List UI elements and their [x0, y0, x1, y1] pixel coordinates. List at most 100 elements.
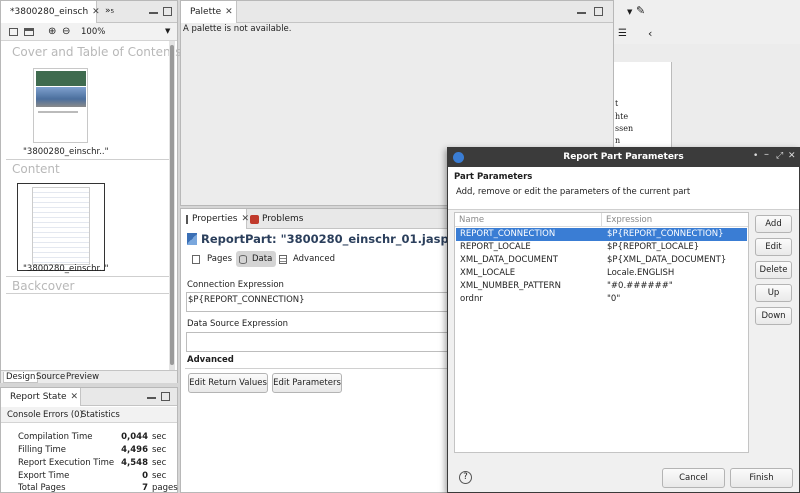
database-icon [239, 255, 247, 264]
stat-row: Report Execution Time 4,548 sec [18, 458, 176, 470]
tab-errors[interactable]: Errors (0) [43, 410, 83, 420]
edit-parameters-button[interactable]: Edit Parameters [272, 373, 342, 393]
properties-tab-title: Properties [192, 214, 238, 224]
tab-source[interactable]: Source [36, 372, 65, 382]
up-button[interactable]: Up [755, 284, 792, 302]
edit-button[interactable]: Edit [755, 238, 792, 256]
tab-preview[interactable]: Preview [66, 372, 99, 382]
maximize-icon[interactable]: ⤢ [776, 151, 783, 161]
param-expression: "0" [607, 294, 621, 304]
background-toolbar: ▼ ✎ ☰ ‹ [614, 0, 800, 44]
stat-value: 7 [142, 483, 148, 493]
page-view-icon[interactable] [9, 28, 18, 36]
brush-icon[interactable]: ✎ [636, 4, 645, 17]
layout-view-icon[interactable] [24, 28, 34, 36]
stat-label: Filling Time [18, 445, 67, 455]
zoom-level[interactable]: 100% [81, 27, 105, 37]
menu-icon[interactable]: • [753, 151, 758, 161]
stat-unit: sec [152, 445, 167, 455]
zoom-out-icon[interactable]: ⊖ [62, 26, 70, 37]
table-row[interactable]: XML_DATA_DOCUMENT $P{XML_DATA_DOCUMENT} [456, 254, 747, 267]
tab-console[interactable]: Console [7, 410, 41, 420]
advanced-section-title: Advanced [187, 355, 234, 365]
tab-pages[interactable]: Pages [207, 254, 232, 264]
delete-button[interactable]: Delete [755, 261, 792, 279]
close-icon[interactable]: ✕ [241, 214, 249, 224]
align-icon[interactable]: ☰ [618, 28, 627, 39]
editor-tab[interactable]: *3800280_einsch ✕ [1, 1, 100, 23]
table-row[interactable]: XML_LOCALE Locale.ENGLISH [456, 267, 747, 280]
stat-row: Total Pages 7 pages [18, 483, 178, 493]
stat-unit: sec [152, 458, 167, 468]
editor-toolbar: ⊕ ⊖ 100% ▼ [1, 23, 177, 41]
help-icon[interactable]: ? [459, 471, 472, 484]
tab-advanced[interactable]: Advanced [293, 254, 335, 264]
editor-scrollbar[interactable] [169, 41, 175, 371]
content-caption: "3800280_einschr.." [23, 264, 109, 274]
zoom-dropdown-icon[interactable]: ▼ [165, 27, 170, 35]
tab-design[interactable]: Design [3, 372, 39, 383]
down-button[interactable]: Down [755, 307, 792, 325]
finish-button[interactable]: Finish [730, 468, 793, 488]
minimize-icon[interactable] [149, 7, 158, 14]
maximize-icon[interactable] [161, 392, 170, 401]
stat-value: 4,496 [121, 445, 148, 455]
doc-line: t [615, 99, 619, 108]
stat-row: Compilation Time 0,044 sec [18, 432, 176, 444]
content-page-graphic [32, 187, 90, 265]
minimize-icon[interactable] [577, 7, 586, 14]
palette-tabbar: Palette ✕ [181, 1, 613, 23]
minimize-icon[interactable]: – [764, 149, 769, 160]
maximize-icon[interactable] [594, 7, 603, 16]
report-part-parameters-dialog: Report Part Parameters • – ⤢ ✕ Part Para… [447, 147, 800, 493]
editor-bottom-tabs: Design Source Preview [1, 370, 177, 383]
minimize-icon[interactable] [147, 392, 156, 399]
editor-scrollbar-thumb[interactable] [170, 45, 174, 365]
editor-overflow-tabs[interactable]: »₅ [105, 6, 114, 16]
zoom-in-icon[interactable]: ⊕ [48, 26, 56, 37]
section-title-backcover: Backcover [12, 279, 75, 293]
left-arrow-icon[interactable]: ‹ [648, 27, 652, 40]
maximize-icon[interactable] [163, 7, 172, 16]
section-title-cover: Cover and Table of Contents [12, 45, 182, 59]
connection-field[interactable]: $P{REPORT_CONNECTION} [186, 292, 456, 312]
datasource-field[interactable] [186, 332, 456, 352]
close-icon[interactable]: ✕ [92, 7, 100, 17]
dropdown-arrow-icon[interactable]: ▼ [627, 8, 632, 16]
parameters-table[interactable]: Name Expression REPORT_CONNECTION $P{REPO… [454, 212, 749, 453]
cancel-button[interactable]: Cancel [662, 468, 725, 488]
stat-row: Filling Time 4,496 sec [18, 445, 176, 457]
palette-message: A palette is not available. [183, 24, 292, 34]
tab-data[interactable]: Data [236, 251, 276, 267]
tab-properties[interactable]: Properties ✕ [181, 209, 249, 229]
cover-thumbnail[interactable] [33, 68, 88, 143]
background-page: t hte ssen n [614, 62, 672, 150]
stat-label: Compilation Time [18, 432, 93, 442]
tab-statistics[interactable]: Statistics [81, 410, 120, 420]
close-icon[interactable]: ✕ [225, 7, 233, 17]
tab-problems[interactable]: Problems [250, 209, 303, 229]
table-row[interactable]: ordnr "0" [456, 293, 747, 306]
section-title-content: Content [12, 162, 60, 176]
table-row[interactable]: XML_NUMBER_PATTERN "#0.######" [456, 280, 747, 293]
add-button[interactable]: Add [755, 215, 792, 233]
column-separator [601, 213, 602, 227]
advanced-separator [185, 368, 451, 369]
stat-label: Total Pages [18, 483, 66, 493]
report-state-tab-title: Report State [10, 392, 67, 402]
close-icon[interactable]: ✕ [788, 151, 796, 161]
edit-return-values-button[interactable]: Edit Return Values [188, 373, 268, 393]
palette-tab[interactable]: Palette ✕ [181, 1, 237, 23]
properties-heading: ReportPart: "3800280_einschr_01.jasper" [201, 232, 469, 246]
content-thumbnail[interactable] [17, 183, 105, 271]
dialog-header: Part Parameters Add, remove or edit the … [448, 167, 799, 210]
close-icon[interactable]: ✕ [71, 392, 79, 402]
report-state-tab[interactable]: Report State ✕ [1, 388, 81, 406]
report-state-panel: Report State ✕ Console Errors (0) Statis… [0, 387, 178, 493]
column-header-name[interactable]: Name [459, 215, 484, 225]
section-separator [6, 293, 172, 294]
column-header-expression[interactable]: Expression [606, 215, 652, 225]
table-row[interactable]: REPORT_LOCALE $P{REPORT_LOCALE} [456, 241, 747, 254]
stat-value: 4,548 [121, 458, 148, 468]
table-row[interactable]: REPORT_CONNECTION $P{REPORT_CONNECTION} [456, 228, 747, 241]
